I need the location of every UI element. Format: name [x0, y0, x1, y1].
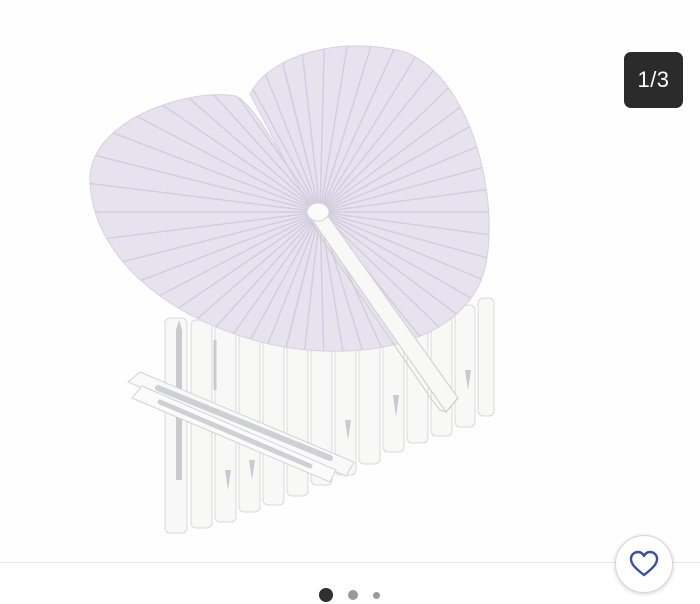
product-image-gallery[interactable]: 1/3 [0, 0, 700, 562]
heart-outline-icon [629, 550, 659, 577]
carousel-pagination[interactable] [0, 584, 700, 604]
image-counter-badge: 1/3 [624, 52, 683, 108]
pagination-dot-3[interactable] [373, 592, 380, 599]
pagination-dot-1[interactable] [319, 588, 333, 602]
favorite-button[interactable] [615, 535, 673, 593]
pagination-dot-2[interactable] [348, 590, 358, 600]
product-image[interactable] [0, 0, 700, 562]
gallery-divider [0, 562, 700, 563]
